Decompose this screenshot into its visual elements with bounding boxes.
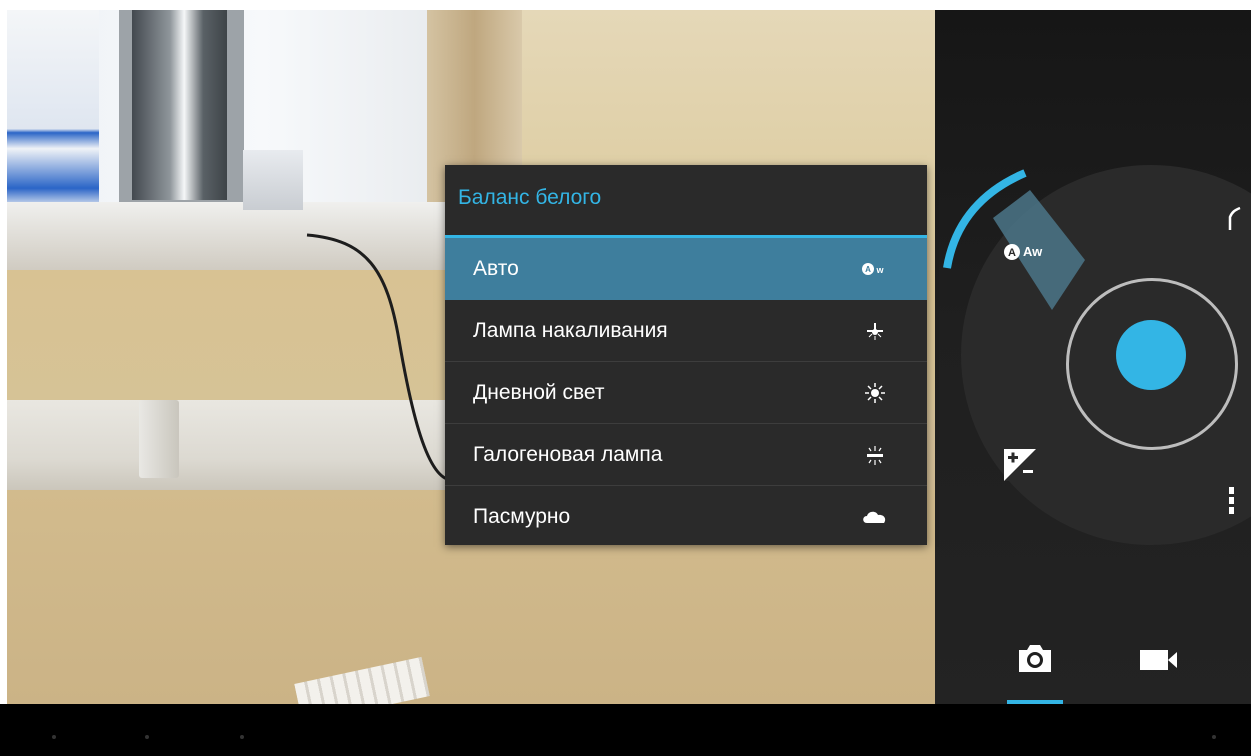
video-mode-tab[interactable] xyxy=(1135,640,1181,680)
photo-mode-tab[interactable] xyxy=(1007,630,1063,704)
incandescent-icon xyxy=(861,318,889,344)
fluorescent-icon xyxy=(861,442,889,468)
nav-menu-button[interactable] xyxy=(1212,735,1216,739)
navigation-bar xyxy=(0,704,1251,756)
exposure-icon[interactable] xyxy=(1003,448,1037,482)
svg-text:w: w xyxy=(875,265,884,275)
menu-item-label: Лампа накаливания xyxy=(473,319,668,342)
menu-item-fluorescent[interactable]: Галогеновая лампа xyxy=(445,424,927,486)
menu-item-label: Авто xyxy=(473,257,519,280)
more-options-icon[interactable] xyxy=(1229,487,1234,517)
cloud-icon xyxy=(861,504,889,530)
daylight-icon xyxy=(861,380,889,406)
menu-item-auto[interactable]: Авто A w xyxy=(445,238,927,300)
menu-item-cloudy[interactable]: Пасмурно xyxy=(445,486,927,548)
svg-text:A: A xyxy=(865,265,871,274)
back-arc-icon xyxy=(1228,206,1241,230)
menu-item-label: Пасмурно xyxy=(473,505,571,528)
menu-item-label: Галогеновая лампа xyxy=(473,443,663,466)
nav-home-button[interactable] xyxy=(145,735,149,739)
nav-recents-button[interactable] xyxy=(240,735,244,739)
shutter-button[interactable] xyxy=(1116,320,1186,390)
video-icon xyxy=(1140,650,1177,670)
menu-title: Баланс белого xyxy=(458,186,602,209)
menu-item-label: Дневной свет xyxy=(473,381,605,404)
white-balance-menu: Баланс белого Авто A w Лампа накаливания xyxy=(445,165,927,545)
camera-icon xyxy=(1019,645,1051,672)
nav-back-button[interactable] xyxy=(52,735,56,739)
auto-wb-icon: A w xyxy=(861,256,889,282)
menu-item-incandescent[interactable]: Лампа накаливания xyxy=(445,300,927,362)
camera-control-panel: A Aw xyxy=(935,10,1251,704)
white-balance-pie-label: Aw xyxy=(1023,244,1043,259)
screen: A Aw Баланс белого Авто A w Лампа накали… xyxy=(0,0,1251,756)
menu-item-daylight[interactable]: Дневной свет xyxy=(445,362,927,424)
